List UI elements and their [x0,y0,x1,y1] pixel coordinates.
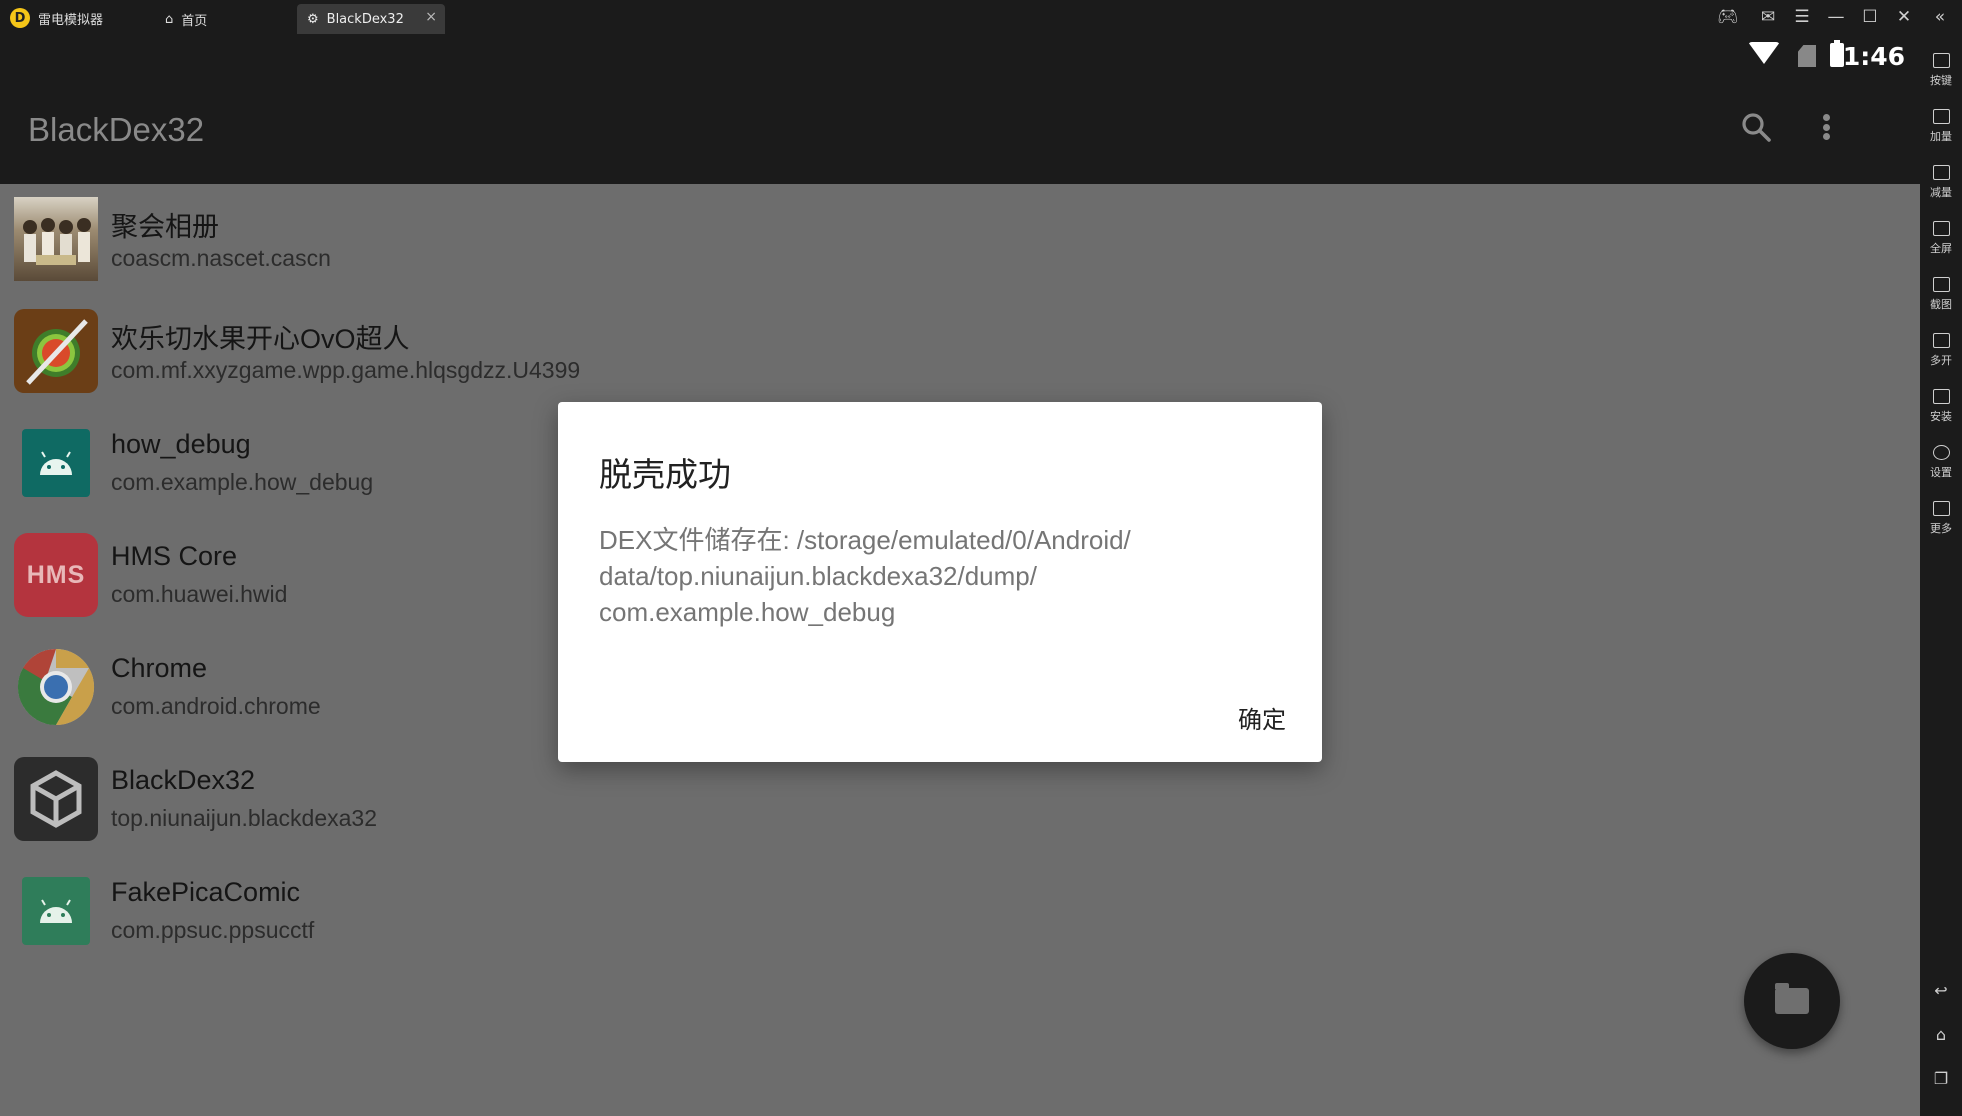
app-package: com.example.how_debug [111,469,374,495]
dialog-message: DEX文件储存在: /storage/emulated/0/Android/ d… [599,525,1131,627]
app-package: com.android.chrome [111,693,321,719]
settings-gear-icon [1932,445,1950,460]
status-bar: 1:46 [0,35,1920,75]
app-gear-icon: ⚙ [307,11,319,27]
sidebar-label: 按键 [1930,74,1952,87]
app-name: FakePicaComic [111,877,301,907]
blackdex-cube-icon [14,757,98,841]
sidebar-label: 截图 [1930,298,1952,311]
emulator-logo-icon: D [10,8,30,28]
tab-blackdex32-label: BlackDex32 [326,11,404,27]
keyboard-icon [1932,53,1950,68]
status-time: 1:46 [1842,42,1905,71]
tab-home-label: 首页 [181,13,208,29]
sidebar-label: 加量 [1930,130,1952,143]
close-icon[interactable]: ✕ [1890,4,1918,30]
sidebar-multi-instance-button[interactable]: 多开 [1920,329,1962,379]
emulator-titlebar: D 雷电模拟器 ⌂ 首页 ⚙ BlackDex32 × 🎮︎ ✉ ☰ — ☐ ✕… [0,0,1962,35]
gamepad-icon[interactable]: 🎮︎ [1714,4,1742,30]
android-icon [22,877,90,945]
tab-blackdex32[interactable]: ⚙ BlackDex32 × [297,4,445,34]
home-icon[interactable]: ⌂ [1931,1025,1951,1044]
app-name: how_debug [111,429,251,459]
page-title: BlackDex32 [28,111,205,148]
back-icon[interactable]: ↩ [1931,981,1951,1000]
search-icon[interactable] [1740,111,1772,143]
sidebar-fullscreen-button[interactable]: 全屏 [1920,217,1962,267]
folder-fab-button[interactable] [1744,953,1840,1049]
fullscreen-icon [1932,221,1950,236]
list-item[interactable]: 聚会相册 coascm.nascet.cascn [0,184,1920,294]
volume-down-icon [1932,165,1950,180]
sidebar-label: 安装 [1930,410,1952,423]
folder-icon [1775,983,1809,1014]
wifi-icon [1748,42,1780,64]
app-package: com.huawei.hwid [111,581,288,607]
maximize-icon[interactable]: ☐ [1856,4,1884,30]
app-package: com.ppsuc.ppsucctf [111,917,315,943]
sidebar-label: 多开 [1930,354,1952,367]
app-name: Chrome [111,653,208,683]
sidebar-label: 设置 [1930,466,1952,479]
no-sim-icon [1798,45,1816,67]
collapse-sidebar-icon[interactable]: « [1926,4,1954,30]
app-name: 聚会相册 [111,212,219,242]
list-item[interactable]: 欢乐切水果开心OvO超人 com.mf.xxyzgame.wpp.game.hl… [0,296,1920,406]
sidebar-volume-down-button[interactable]: 减量 [1920,161,1962,211]
emulator-app-name: 雷电模拟器 [38,13,104,28]
sidebar-keyboard-button[interactable]: 按键 [1920,49,1962,99]
apk-install-icon [1932,389,1950,404]
menu-icon[interactable]: ☰ [1788,4,1816,30]
scissors-icon [1932,277,1950,292]
sidebar-label: 减量 [1930,186,1952,199]
sidebar-label: 全屏 [1930,242,1952,255]
overflow-menu-icon[interactable] [1810,111,1842,143]
photo-album-icon [14,197,98,281]
sidebar-settings-button[interactable]: 设置 [1920,441,1962,491]
emulator-sidebar: 按键 加量 减量 全屏 截图 多开 安装 设置 更多 ↩ ⌂ ❐ [1920,35,1962,1116]
minimize-icon[interactable]: — [1822,4,1850,30]
list-item[interactable]: FakePicaComic com.ppsuc.ppsucctf [0,856,1920,966]
app-package: top.niunaijun.blackdexa32 [111,805,377,831]
app-toolbar: BlackDex32 [0,75,1920,184]
sidebar-install-apk-button[interactable]: 安装 [1920,385,1962,435]
tab-home[interactable]: ⌂ 首页 [155,4,295,34]
unpack-success-dialog: 脱壳成功 DEX文件储存在: /storage/emulated/0/Andro… [558,402,1322,762]
sidebar-label: 更多 [1930,522,1952,535]
sidebar-volume-up-button[interactable]: 加量 [1920,105,1962,155]
app-package: coascm.nascet.cascn [111,245,331,271]
app-name: BlackDex32 [111,765,256,795]
chrome-icon [14,645,98,729]
more-icon [1932,501,1950,516]
recents-icon[interactable]: ❐ [1931,1069,1951,1088]
android-screen: 1:46 BlackDex32 聚会相册 coascm.nascet.cascn [0,35,1920,1116]
dialog-title: 脱壳成功 [599,455,731,494]
sidebar-more-button[interactable]: 更多 [1920,497,1962,547]
sidebar-screenshot-button[interactable]: 截图 [1920,273,1962,323]
app-package: com.mf.xxyzgame.wpp.game.hlqsgdzz.U4399 [111,357,581,383]
app-name: HMS Core [111,541,238,571]
multi-instance-icon [1932,333,1950,348]
tab-close-icon[interactable]: × [425,9,437,25]
hms-core-icon: HMS [14,533,98,617]
home-icon: ⌂ [165,11,174,27]
android-icon [22,429,90,497]
mail-icon[interactable]: ✉ [1754,4,1782,30]
volume-up-icon [1932,109,1950,124]
hms-icon-text: HMS [26,560,86,589]
fruit-ninja-icon [14,309,98,393]
dialog-ok-button[interactable]: 确定 [1238,700,1286,735]
app-name: 欢乐切水果开心OvO超人 [111,324,410,354]
